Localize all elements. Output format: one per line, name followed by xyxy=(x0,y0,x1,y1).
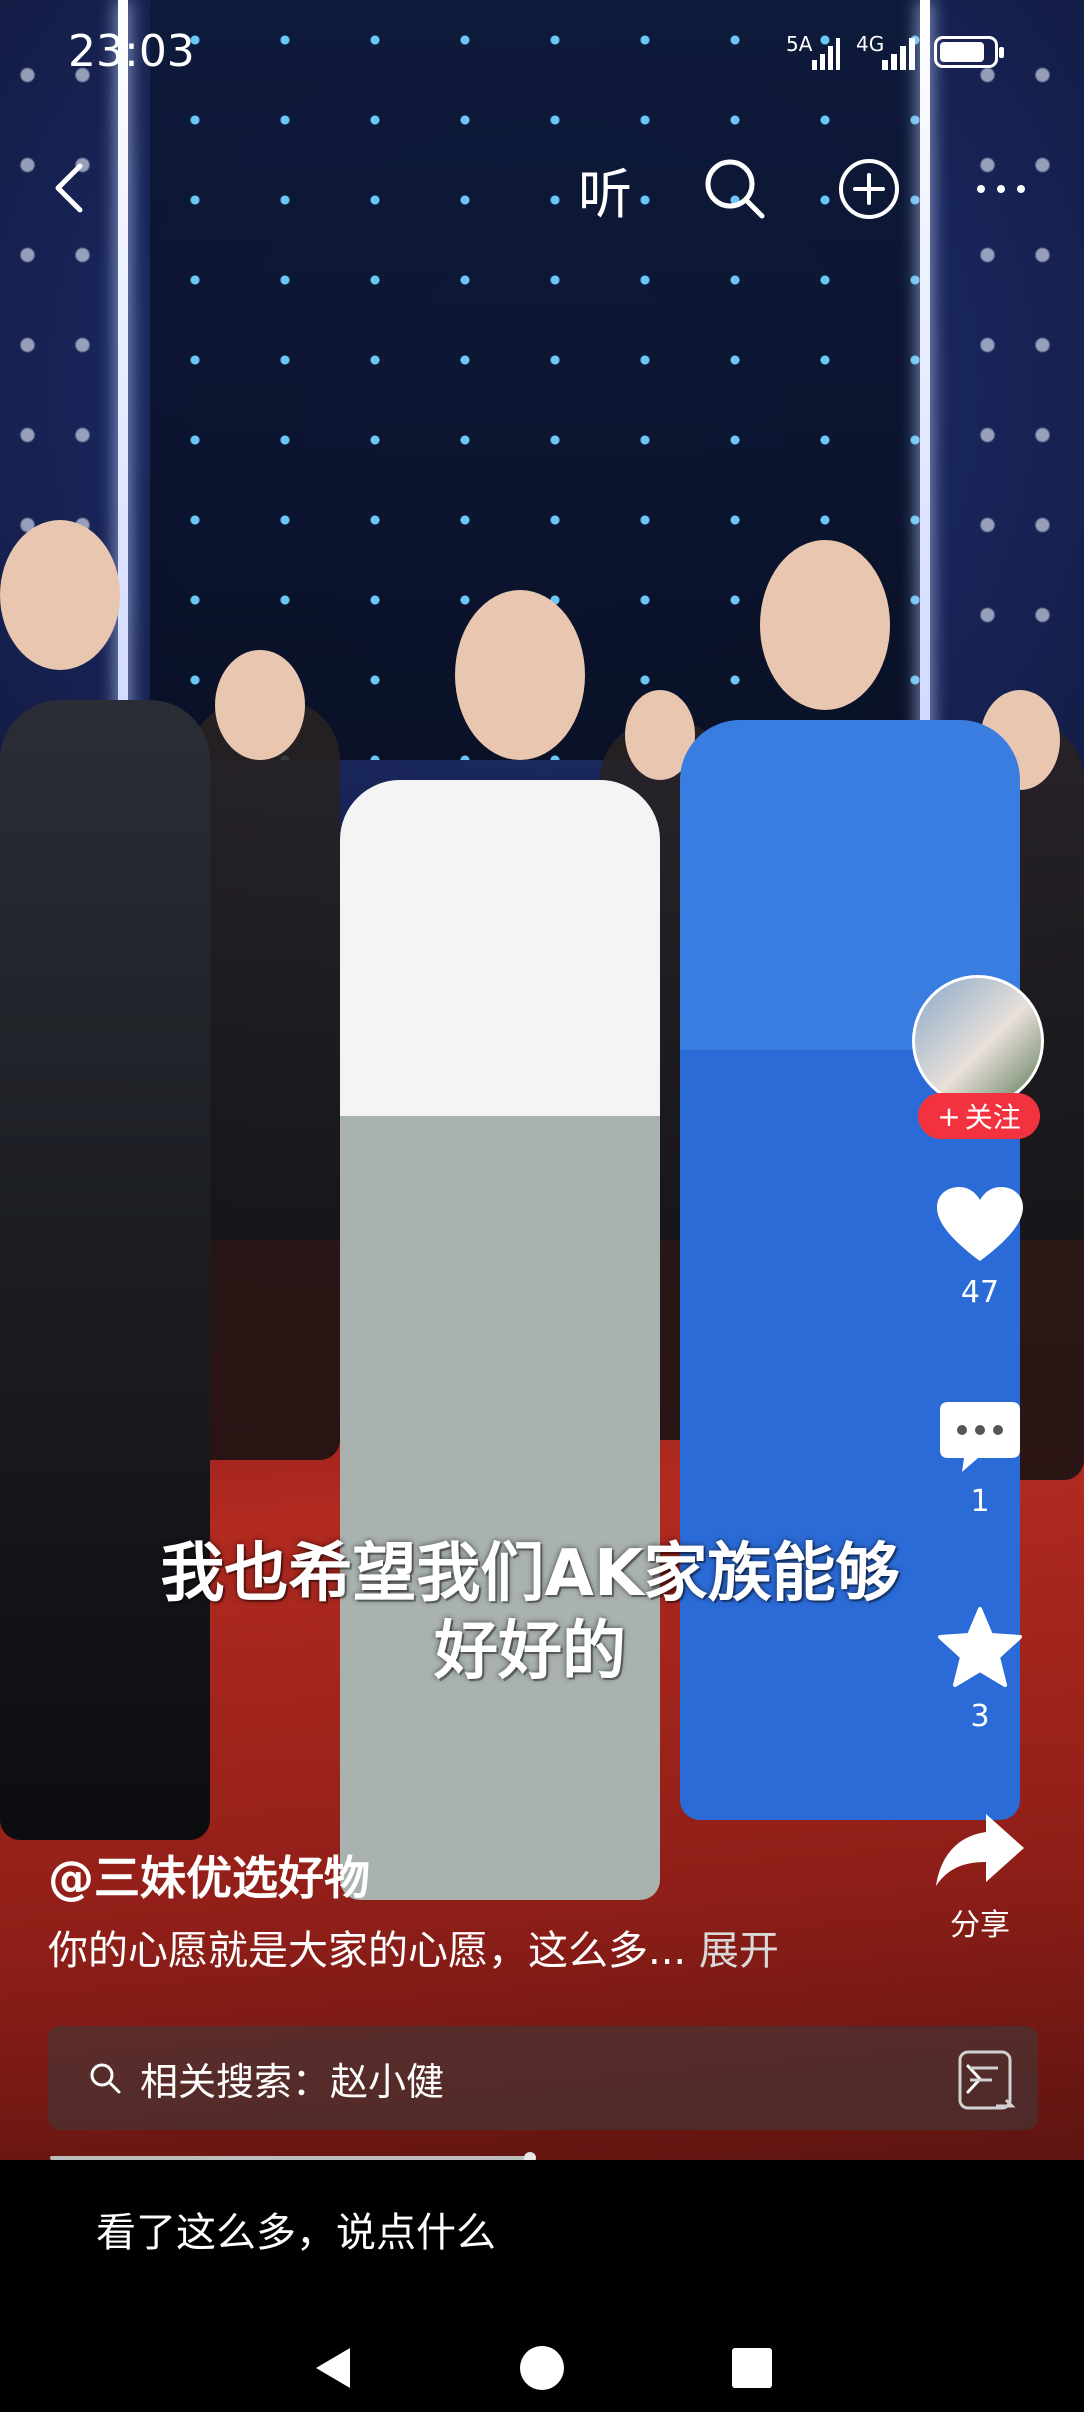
chevron-left-icon xyxy=(55,163,83,213)
share-label: 分享 xyxy=(950,1908,1010,1943)
listen-button[interactable]: 听 xyxy=(570,154,640,226)
share-button[interactable]: 分享 xyxy=(930,1810,1030,1944)
add-button[interactable] xyxy=(834,154,904,224)
stage-pillar xyxy=(920,0,930,760)
share-icon xyxy=(936,1814,1024,1886)
status-bar: 23:03 5A 4G xyxy=(0,0,1084,110)
stage-lights xyxy=(960,30,1070,650)
woman-head xyxy=(760,540,890,710)
woman-white-top xyxy=(340,780,660,1900)
signal-bars-icon xyxy=(882,38,915,70)
related-search-label: 相关搜索：赵小健 xyxy=(140,2059,445,2104)
avatar[interactable] xyxy=(912,975,1044,1107)
home-circle-icon[interactable] xyxy=(518,2344,566,2392)
stage-pillar xyxy=(118,0,128,760)
plus-icon: + xyxy=(937,1099,961,1133)
top-nav: 听 xyxy=(0,140,1084,240)
search-icon xyxy=(90,2063,121,2094)
background-person-head xyxy=(215,650,305,760)
background-person xyxy=(190,700,340,1460)
subtitle-line: 我也希望我们AK家族能够 xyxy=(160,1537,900,1611)
more-icon xyxy=(977,185,1025,193)
host-head xyxy=(0,520,120,670)
follow-button[interactable]: + 关注 xyxy=(918,1093,1040,1139)
favorite-count: 3 xyxy=(970,1699,990,1734)
search-button[interactable] xyxy=(700,154,770,224)
signal-label-5a: 5A xyxy=(786,32,813,56)
system-nav-bar xyxy=(0,2330,1084,2412)
recents-square-icon[interactable] xyxy=(730,2346,774,2390)
subtitle-line: 好好的 xyxy=(434,1615,626,1689)
plus-circle-icon xyxy=(839,159,899,219)
post-description[interactable]: 你的心愿就是大家的心愿，这么多... 展开 xyxy=(48,1918,779,1976)
follow-label: 关注 xyxy=(964,1101,1021,1134)
battery-icon xyxy=(934,36,1004,68)
comment-list-icon[interactable] xyxy=(956,2048,1020,2118)
signal-bars-icon xyxy=(812,38,840,70)
comment-bar: 看了这么多，说点什么 xyxy=(0,2160,1084,2330)
back-button[interactable] xyxy=(38,158,98,218)
expand-link[interactable]: 展开 xyxy=(699,1928,779,1974)
comment-button[interactable]: 1 xyxy=(930,1398,1030,1519)
related-search-bar[interactable]: 相关搜索：赵小健 xyxy=(48,2026,1038,2130)
search-icon xyxy=(705,159,765,219)
comment-input[interactable]: 看了这么多，说点什么 xyxy=(96,2200,496,2258)
video-subtitle: 我也希望我们AK家族能够 好好的 xyxy=(90,1535,970,1691)
comment-icon xyxy=(940,1402,1020,1472)
description-text: 你的心愿就是大家的心愿，这么多... xyxy=(48,1928,687,1974)
woman-head xyxy=(455,590,585,760)
like-button[interactable]: 47 xyxy=(930,1185,1030,1310)
signal-label-4g: 4G xyxy=(856,32,885,56)
comment-count: 1 xyxy=(970,1484,990,1519)
status-time: 23:03 xyxy=(68,26,195,77)
heart-icon xyxy=(937,1187,1023,1261)
author-name[interactable]: @三妹优选好物 xyxy=(48,1842,370,1908)
more-button[interactable] xyxy=(966,154,1036,224)
like-count: 47 xyxy=(960,1275,1000,1310)
back-triangle-icon[interactable] xyxy=(310,2344,354,2392)
author-avatar-group: + 关注 xyxy=(912,975,1050,1145)
